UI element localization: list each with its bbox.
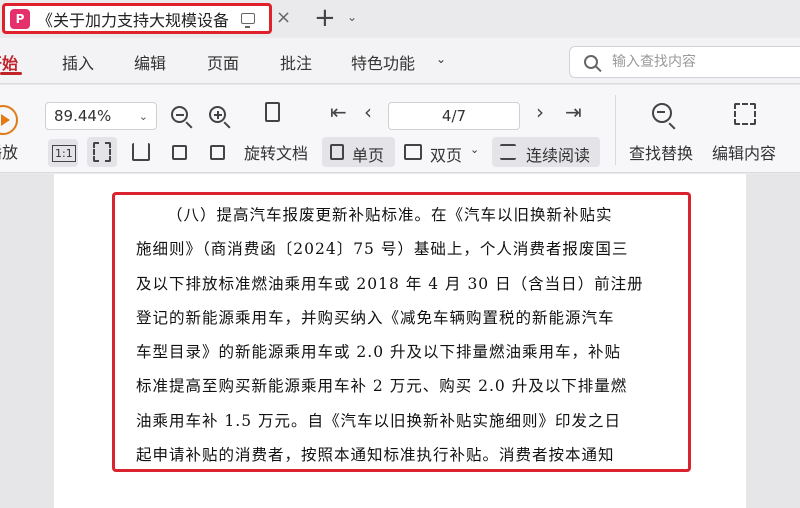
rotate-document-icon[interactable] — [265, 102, 280, 122]
prev-page-icon[interactable]: ‹ — [364, 100, 372, 124]
rotate-left-icon[interactable] — [172, 145, 187, 160]
last-page-icon[interactable]: ⇥ — [565, 100, 582, 124]
play-icon[interactable] — [0, 105, 18, 135]
document-tab[interactable]: P 《关于加力支持大规模设备 — [2, 3, 272, 34]
fit-width-icon[interactable] — [132, 143, 150, 161]
single-page-button[interactable]: 单页 — [352, 142, 384, 166]
double-page-icon — [404, 144, 422, 160]
find-handle — [668, 122, 676, 130]
fit-page-icon[interactable] — [93, 142, 111, 162]
toolbar-separator — [615, 95, 616, 165]
zoom-select[interactable]: 89.44% ⌄ — [45, 102, 157, 130]
edit-content-label[interactable]: 编辑内容 — [712, 140, 776, 164]
features-dropdown-icon[interactable]: ⌄ — [436, 52, 446, 66]
play-label[interactable]: 播放 — [0, 139, 18, 163]
page-indicator-input[interactable]: 4/7 — [388, 102, 520, 130]
text-line: 登记的新能源乘用车，并购买纳入《减免车辆购置税的新能源汽车 — [136, 308, 615, 327]
pdf-app-icon: P — [10, 8, 30, 29]
zoom-out-icon[interactable] — [171, 106, 188, 123]
zoom-value: 89.44% — [54, 107, 112, 125]
zoom-in-icon[interactable] — [209, 106, 226, 123]
search-icon — [584, 55, 598, 69]
menu-item-features[interactable]: 特色功能 — [351, 50, 415, 74]
menu-item-page[interactable]: 页面 — [207, 50, 239, 74]
zoom-out-handle — [185, 121, 193, 129]
text-line: 油乘用车补 1.5 万元。自《汽车以旧换新补贴实施细则》印发之日 — [136, 411, 622, 430]
tab-title: 《关于加力支持大规模设备 — [37, 10, 230, 30]
next-page-icon[interactable]: › — [536, 100, 544, 124]
single-page-icon — [330, 144, 344, 160]
page-indicator: 4/7 — [441, 107, 467, 125]
new-tab-button[interactable]: + — [314, 3, 336, 33]
screen-icon[interactable] — [241, 13, 255, 28]
rotate-document-label[interactable]: 旋转文档 — [244, 140, 308, 164]
menu-item-annotate[interactable]: 批注 — [280, 50, 312, 74]
double-page-dropdown-icon[interactable]: ⌄ — [470, 143, 479, 156]
continuous-read-button[interactable]: 连续阅读 — [526, 142, 590, 166]
search-box[interactable] — [569, 46, 800, 78]
text-line: 施细则》（商消费函〔2024〕75 号）基础上，个人消费者报废国三 — [136, 240, 629, 259]
menu-item-edit[interactable]: 编辑 — [134, 50, 166, 74]
double-page-button[interactable]: 双页 — [430, 142, 462, 166]
actual-size-button[interactable]: 1:1 — [52, 145, 76, 162]
title-bar: P 《关于加力支持大规模设备 × + ⌄ — [0, 0, 800, 38]
text-line: （八）提高汽车报废更新补贴标准。在《汽车以旧换新补贴实 — [167, 206, 613, 224]
edit-content-icon[interactable] — [734, 103, 756, 125]
menu-item-insert[interactable]: 插入 — [62, 50, 94, 74]
document-paragraph: （八）提高汽车报废更新补贴标准。在《汽车以旧换新补贴实 施细则》（商消费函〔20… — [136, 198, 666, 472]
tab-close-icon[interactable]: × — [276, 7, 291, 28]
find-replace-label[interactable]: 查找替换 — [629, 140, 693, 164]
tab-list-dropdown-icon[interactable]: ⌄ — [347, 10, 357, 24]
continuous-icon — [500, 144, 516, 160]
text-line: 及以下排放标准燃油乘用车或 2018 年 4 月 30 日（含当日）前注册 — [136, 274, 644, 293]
chevron-down-icon: ⌄ — [138, 109, 148, 123]
find-replace-icon[interactable] — [652, 103, 672, 123]
text-line: 标准提高至购买新能源乘用车补 2 万元、购买 2.0 升及以下排量燃 — [136, 377, 628, 396]
active-menu-indicator — [0, 72, 22, 75]
rotate-right-icon[interactable] — [210, 145, 225, 160]
first-page-icon[interactable]: ⇤ — [330, 100, 347, 124]
text-line: 车型目录》的新能源乘用车或 2.0 升及以下排量燃油乘用车，补贴 — [136, 343, 622, 362]
search-input[interactable] — [612, 54, 792, 70]
text-line: 起申请补贴的消费者，按照本通知标准执行补贴。消费者按本通知 — [136, 446, 615, 465]
zoom-in-handle — [223, 121, 231, 129]
menu-item-start[interactable]: 开始 — [0, 50, 18, 74]
